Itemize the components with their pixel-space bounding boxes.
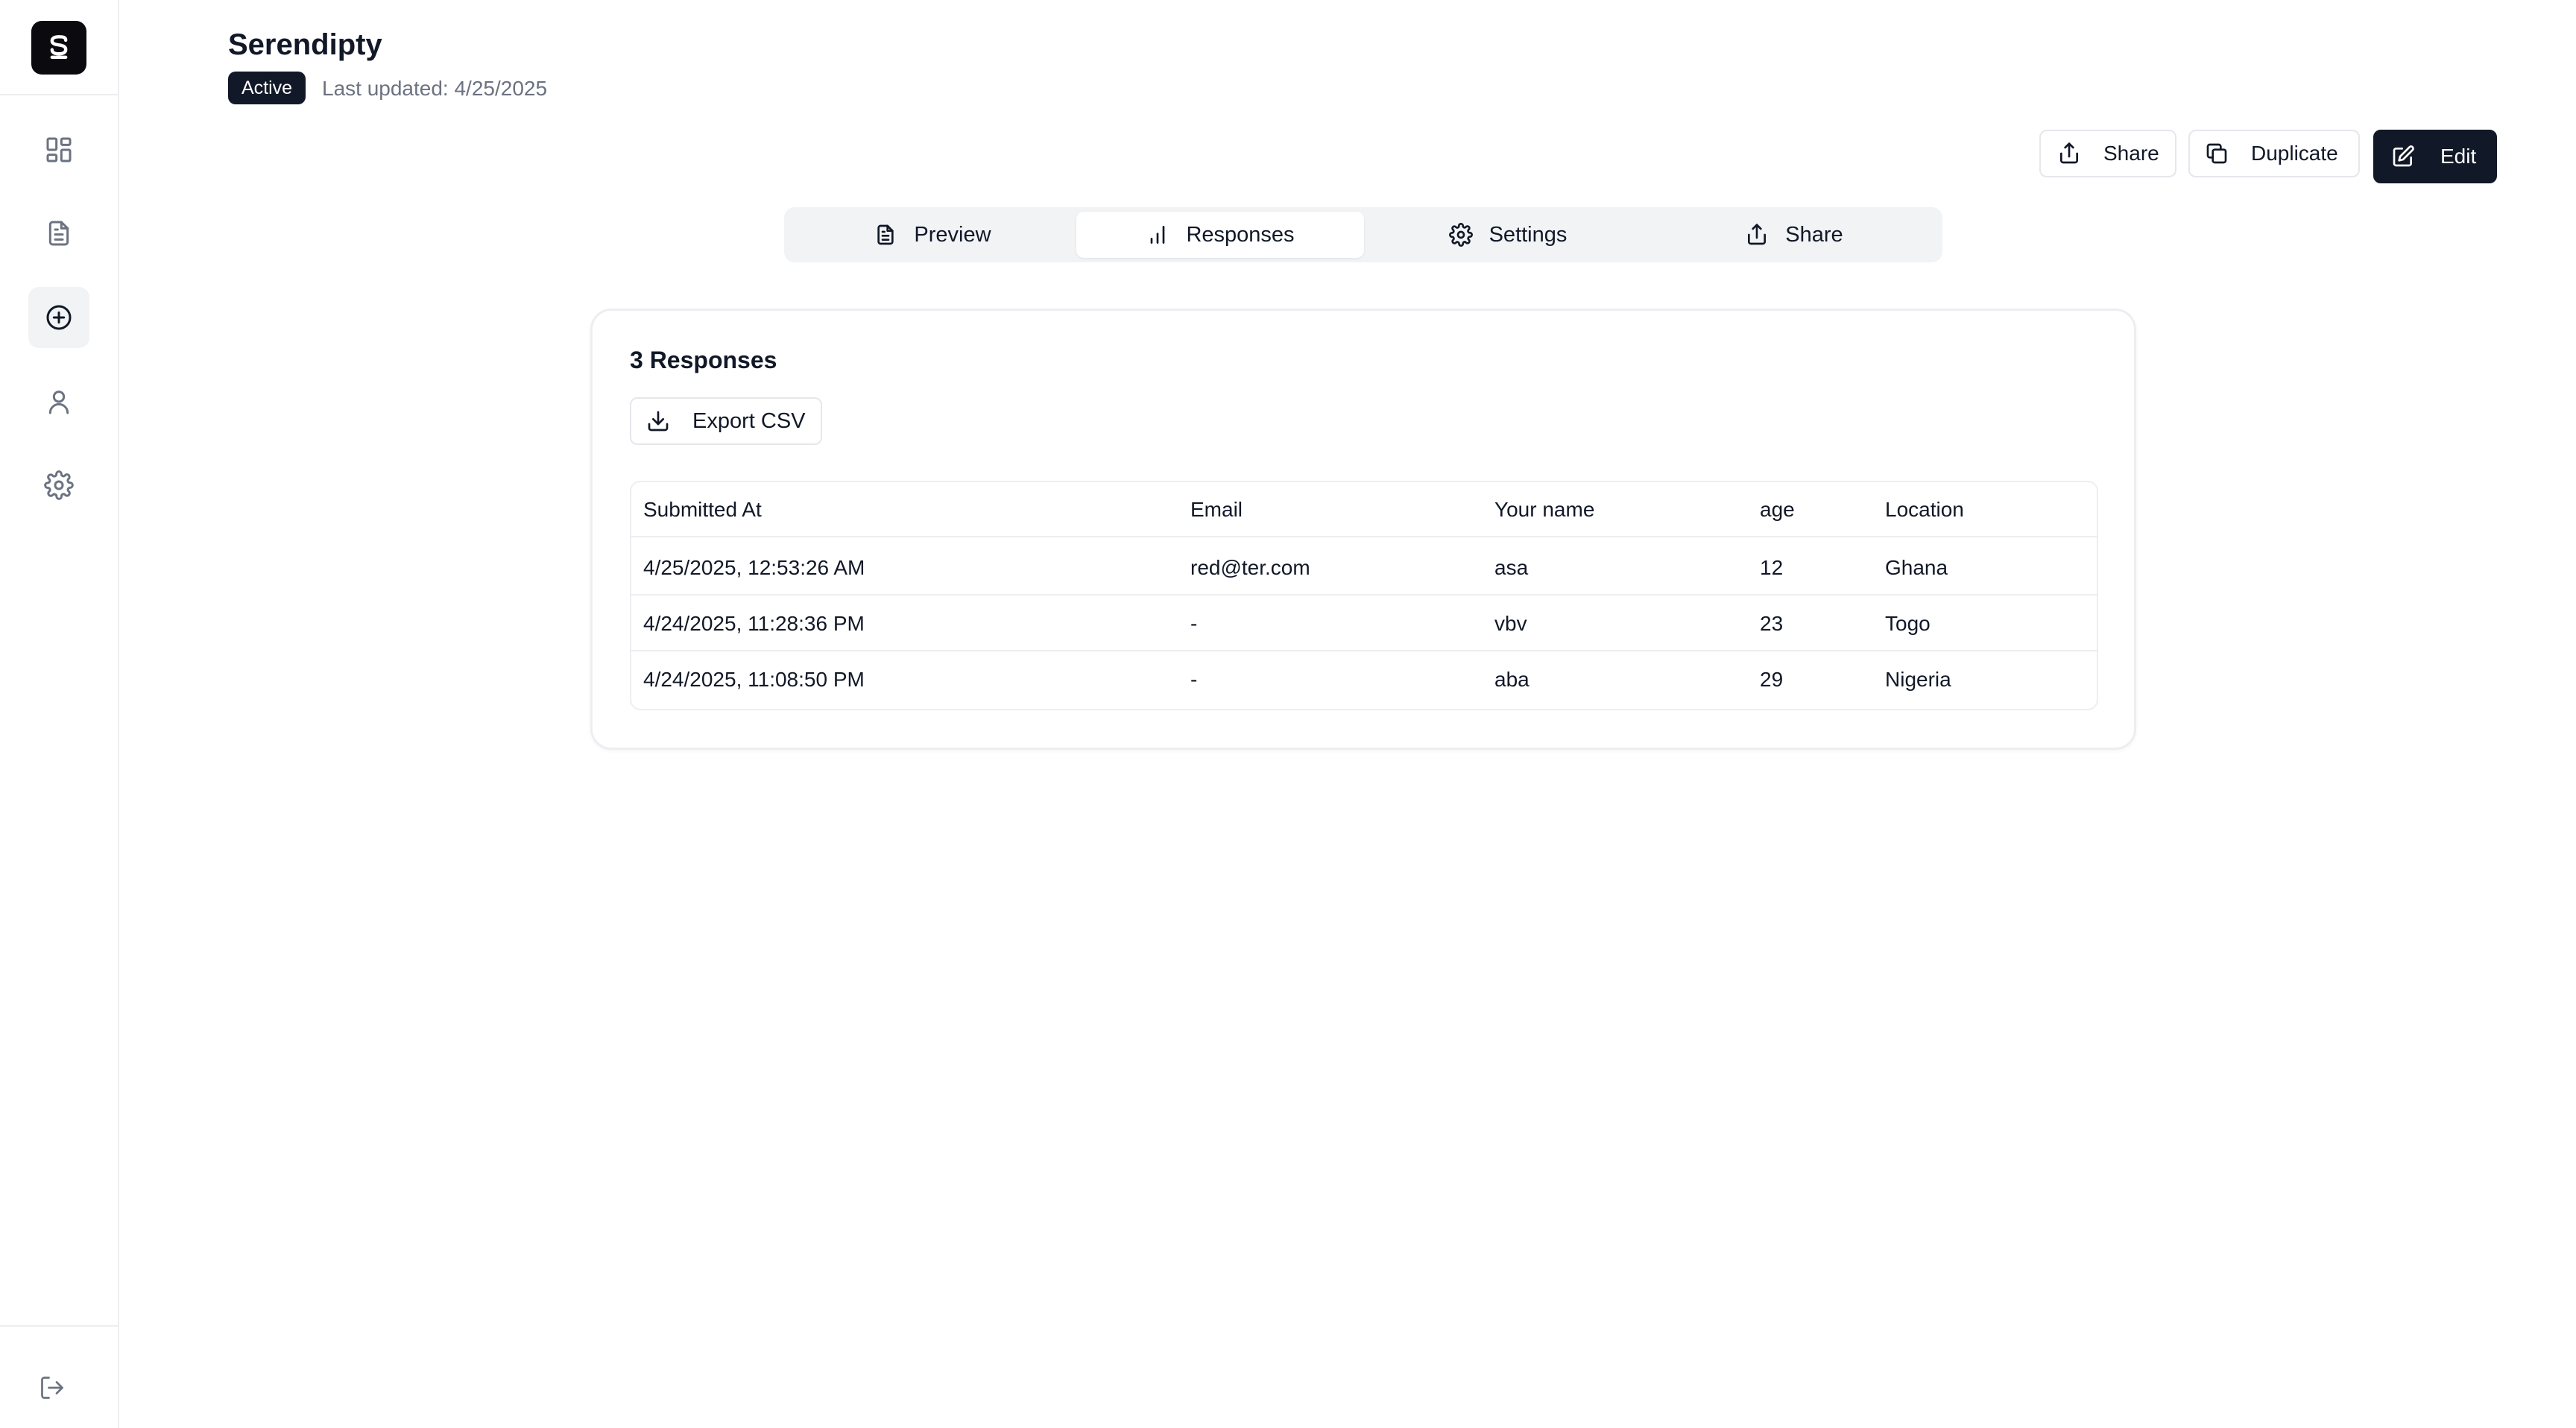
- edit-button-label: Edit: [2440, 145, 2477, 168]
- share-icon: [1748, 224, 1767, 245]
- page-title: Serendipty: [228, 28, 382, 61]
- table-row[interactable]: 4/25/2025, 12:53:26 AM red@ter.com asa 1…: [631, 540, 2097, 595]
- column-header[interactable]: Your name: [1494, 482, 1594, 537]
- duplicate-button-label: Duplicate: [2251, 142, 2338, 165]
- table-header-row: Submitted At Email Your name age Locatio…: [631, 482, 2097, 537]
- table-cell: -: [1190, 612, 1198, 635]
- bar-chart-icon: [1151, 226, 1165, 244]
- sidebar-item-create[interactable]: [28, 287, 89, 348]
- sidebar-item-dashboard[interactable]: [28, 119, 89, 180]
- edit-icon: [2393, 145, 2414, 167]
- tab-share[interactable]: Share: [1650, 212, 1938, 258]
- sidebar-item-settings[interactable]: [28, 455, 89, 516]
- table-cell: red@ter.com: [1190, 556, 1310, 579]
- responses-table: Submitted At Email Your name age Locatio…: [630, 481, 2098, 710]
- column-header[interactable]: Location: [1885, 482, 1964, 537]
- export-csv-button[interactable]: Export CSV: [630, 397, 822, 445]
- tab-bar: Preview Responses Settings Share: [784, 207, 1942, 262]
- file-icon: [48, 221, 69, 246]
- logo-icon: [50, 35, 68, 60]
- tab-label: Preview: [914, 222, 991, 247]
- logout-button[interactable]: [36, 1371, 69, 1404]
- download-icon: [648, 411, 669, 432]
- table-cell: 4/25/2025, 12:53:26 AM: [643, 556, 865, 579]
- tab-preview[interactable]: Preview: [789, 212, 1076, 258]
- table-cell: Nigeria: [1885, 668, 1951, 691]
- plus-circle-icon: [46, 305, 72, 330]
- table-cell: 4/24/2025, 11:28:36 PM: [643, 612, 865, 635]
- table-row[interactable]: 4/24/2025, 11:28:36 PM - vbv 23 Togo: [631, 596, 2097, 651]
- table-cell: Ghana: [1885, 556, 1948, 579]
- tab-settings[interactable]: Settings: [1364, 212, 1652, 258]
- sidebar: [0, 0, 119, 1428]
- share-button[interactable]: Share: [2039, 130, 2176, 177]
- copy-icon: [2206, 143, 2227, 164]
- table-cell: Togo: [1885, 612, 1931, 635]
- table-row[interactable]: 4/24/2025, 11:08:50 PM - aba 29 Nigeria: [631, 652, 2097, 707]
- logout-icon: [41, 1377, 63, 1399]
- column-header[interactable]: age: [1760, 482, 1795, 537]
- sidebar-item-forms[interactable]: [28, 203, 89, 264]
- sidebar-item-profile[interactable]: [28, 371, 89, 432]
- sidebar-divider: [0, 1325, 118, 1327]
- last-updated-text: Last updated: 4/25/2025: [322, 77, 548, 100]
- duplicate-button[interactable]: Duplicate: [2188, 130, 2360, 177]
- edit-button[interactable]: Edit: [2373, 130, 2497, 183]
- table-cell: 23: [1760, 612, 1784, 635]
- sidebar-divider: [0, 94, 118, 95]
- gear-icon: [1448, 223, 1473, 247]
- responses-card: 3 Responses Export CSV Submitted At Emai…: [590, 309, 2136, 750]
- share-button-label: Share: [2103, 142, 2159, 165]
- column-header[interactable]: Email: [1190, 482, 1243, 537]
- table-cell: vbv: [1494, 612, 1527, 635]
- tab-label: Responses: [1186, 222, 1295, 247]
- responses-count-title: 3 Responses: [630, 347, 777, 373]
- tab-label: Share: [1785, 222, 1843, 247]
- status-badge: Active: [228, 72, 306, 104]
- document-icon: [877, 224, 894, 245]
- export-csv-label: Export CSV: [692, 408, 806, 433]
- table-cell: 29: [1760, 668, 1784, 691]
- table-cell: -: [1190, 668, 1198, 691]
- table-cell: asa: [1494, 556, 1529, 579]
- table-cell: aba: [1494, 668, 1530, 691]
- app-logo[interactable]: [31, 21, 86, 75]
- tab-responses[interactable]: Responses: [1076, 212, 1364, 258]
- table-cell: 12: [1760, 556, 1784, 579]
- user-icon: [48, 391, 69, 414]
- gear-icon: [44, 470, 74, 500]
- share-icon: [2060, 142, 2078, 164]
- dashboard-icon: [46, 137, 72, 162]
- table-cell: 4/24/2025, 11:08:50 PM: [643, 668, 865, 691]
- column-header[interactable]: Submitted At: [643, 482, 762, 537]
- tab-label: Settings: [1489, 222, 1568, 247]
